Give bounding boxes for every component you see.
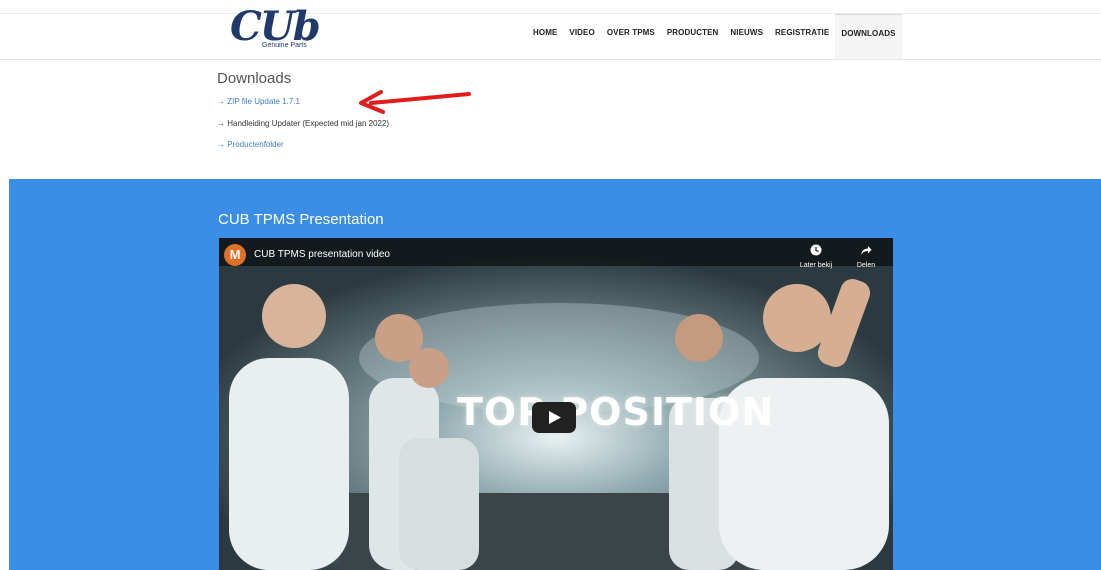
- video-title[interactable]: CUB TPMS presentation video: [254, 249, 390, 260]
- nav-home[interactable]: HOME: [527, 14, 563, 59]
- video-player[interactable]: TOP POSITION M CUB TPMS presentation vid…: [219, 238, 893, 570]
- thumbnail-overlay-text: TOP POSITION: [457, 390, 775, 434]
- nav-video[interactable]: VIDEO: [563, 14, 600, 59]
- presentation-heading: CUB TPMS Presentation: [218, 211, 384, 228]
- downloads-heading: Downloads: [217, 70, 292, 87]
- logo-tagline: Genuine Parts: [262, 42, 307, 49]
- nav-producten[interactable]: PRODUCTEN: [661, 14, 725, 59]
- main-nav: HOME VIDEO OVER TPMS PRODUCTEN NIEUWS RE…: [527, 14, 902, 59]
- nav-over-tpms[interactable]: OVER TPMS: [601, 14, 661, 59]
- play-button[interactable]: [532, 402, 576, 433]
- share-icon: [861, 246, 872, 255]
- watch-later-label: Later bekij: [799, 262, 833, 269]
- nav-downloads[interactable]: DOWNLOADS: [835, 14, 902, 59]
- cub-logo[interactable]: CUb Genuine Parts: [230, 3, 321, 52]
- red-arrow-annotation: [359, 90, 471, 114]
- video-title-bar: M CUB TPMS presentation video Later beki…: [219, 238, 893, 269]
- watch-later-button[interactable]: Later bekij: [791, 243, 841, 269]
- productenfolder-link[interactable]: → Productenfolder: [217, 140, 284, 149]
- nav-registratie[interactable]: REGISTRATIE: [769, 14, 835, 59]
- zip-update-link[interactable]: → ZIP file Update 1.7.1: [217, 97, 300, 106]
- nav-nieuws[interactable]: NIEUWS: [724, 14, 769, 59]
- share-button[interactable]: Delen: [849, 243, 883, 269]
- share-label: Delen: [856, 262, 876, 269]
- clock-icon: [810, 244, 822, 256]
- channel-avatar[interactable]: M: [224, 244, 246, 266]
- site-header: CUb Genuine Parts HOME VIDEO OVER TPMS P…: [0, 0, 1101, 60]
- handleiding-updater-link[interactable]: → Handleiding Updater (Expected mid jan …: [217, 119, 389, 128]
- play-icon: [549, 411, 561, 424]
